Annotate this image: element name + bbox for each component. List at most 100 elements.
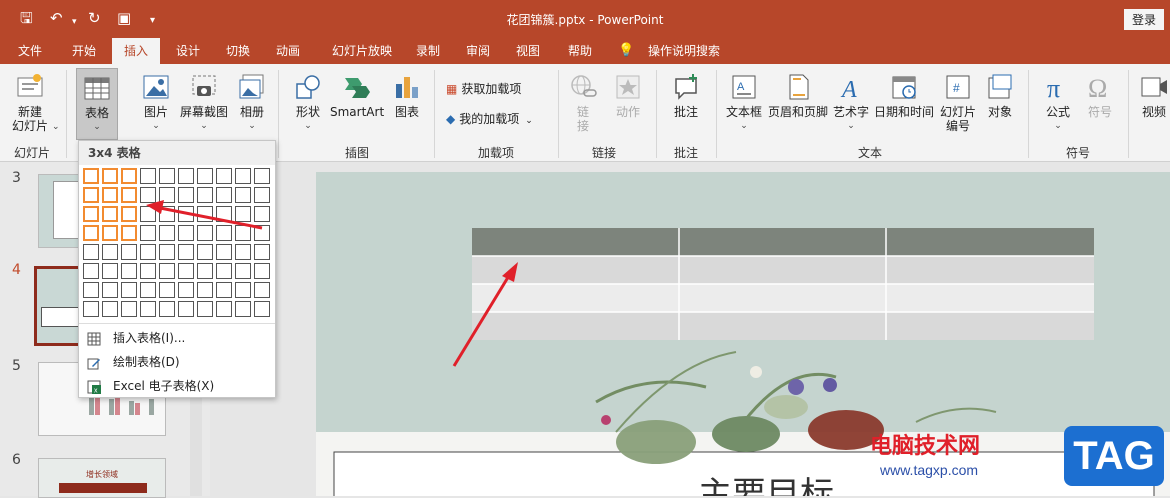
header-footer-button[interactable]: 页眉和页脚 <box>766 72 830 119</box>
table-grid-cell[interactable] <box>159 263 175 279</box>
table-grid-cell[interactable] <box>197 225 213 241</box>
table-grid-cell[interactable] <box>121 301 137 317</box>
get-addins-button[interactable]: ▦ 获取加载项 <box>446 82 546 96</box>
table-grid-cell[interactable] <box>235 263 251 279</box>
table-grid-cell[interactable] <box>254 282 270 298</box>
video-button[interactable]: 视频 <box>1138 72 1170 119</box>
table-grid-cell[interactable] <box>216 206 232 222</box>
table-grid-cell[interactable] <box>121 263 137 279</box>
table-grid-cell[interactable] <box>159 206 175 222</box>
table-grid-cell[interactable] <box>235 168 251 184</box>
action-button[interactable]: 动作 <box>610 72 646 119</box>
my-addins-button[interactable]: ◆ 我的加载项 ⌄ <box>446 112 550 128</box>
table-grid-cell[interactable] <box>159 225 175 241</box>
table-grid-cell[interactable] <box>197 187 213 203</box>
wordart-button[interactable]: A 艺术字 ⌄ <box>832 72 870 133</box>
tab-review[interactable]: 审阅 <box>456 38 500 64</box>
table-grid-cell[interactable] <box>178 206 194 222</box>
table-grid-cell[interactable] <box>197 282 213 298</box>
table-grid-cell[interactable] <box>102 225 118 241</box>
table-grid-cell[interactable] <box>178 282 194 298</box>
login-button[interactable]: 登录 <box>1123 9 1164 30</box>
table-grid-cell[interactable] <box>178 187 194 203</box>
table-grid-cell[interactable] <box>140 244 156 260</box>
table-grid-cell[interactable] <box>140 301 156 317</box>
table-grid-cell[interactable] <box>235 206 251 222</box>
table-grid-cell[interactable] <box>254 244 270 260</box>
table-grid-cell[interactable] <box>197 168 213 184</box>
tab-animations[interactable]: 动画 <box>266 38 310 64</box>
table-grid-cell[interactable] <box>178 168 194 184</box>
tab-view[interactable]: 视图 <box>506 38 550 64</box>
table-grid-cell[interactable] <box>83 301 99 317</box>
tab-design[interactable]: 设计 <box>166 38 210 64</box>
tab-record[interactable]: 录制 <box>406 38 450 64</box>
table-grid-cell[interactable] <box>83 206 99 222</box>
table-button[interactable]: 表格 ⌄ <box>76 68 118 140</box>
tab-slideshow[interactable]: 幻灯片放映 <box>322 38 402 64</box>
textbox-button[interactable]: A 文本框 ⌄ <box>724 72 764 133</box>
table-grid-cell[interactable] <box>83 225 99 241</box>
table-grid-cell[interactable] <box>216 244 232 260</box>
table-grid-cell[interactable] <box>178 263 194 279</box>
table-grid-cell[interactable] <box>254 206 270 222</box>
table-grid-cell[interactable] <box>102 206 118 222</box>
table-grid-cell[interactable] <box>178 301 194 317</box>
new-slide-button[interactable]: 新建 幻灯片 <box>8 72 52 133</box>
tab-transitions[interactable]: 切换 <box>216 38 260 64</box>
table-grid-cell[interactable] <box>140 282 156 298</box>
table-grid-cell[interactable] <box>121 244 137 260</box>
table-grid-cell[interactable] <box>140 263 156 279</box>
tab-help[interactable]: 帮助 <box>558 38 602 64</box>
table-grid-cell[interactable] <box>83 187 99 203</box>
table-grid-cell[interactable] <box>254 263 270 279</box>
table-grid-cell[interactable] <box>254 187 270 203</box>
table-grid-cell[interactable] <box>83 244 99 260</box>
table-grid-cell[interactable] <box>254 225 270 241</box>
table-grid-cell[interactable] <box>216 282 232 298</box>
table-grid-cell[interactable] <box>235 187 251 203</box>
screenshot-button[interactable]: 屏幕截图 ⌄ <box>178 72 230 133</box>
table-grid-cell[interactable] <box>102 301 118 317</box>
shapes-button[interactable]: 形状 ⌄ <box>290 72 326 133</box>
table-grid-cell[interactable] <box>159 244 175 260</box>
album-button[interactable]: 相册 ⌄ <box>234 72 270 133</box>
table-grid-cell[interactable] <box>159 282 175 298</box>
smartart-button[interactable]: SmartArt <box>330 72 384 119</box>
table-grid-cell[interactable] <box>216 225 232 241</box>
excel-table-menu-item[interactable]: x Excel 电子表格(X) <box>87 377 214 394</box>
table-grid-cell[interactable] <box>121 187 137 203</box>
slide-number-button[interactable]: # 幻灯片 编号 <box>938 72 978 133</box>
table-grid-cell[interactable] <box>197 301 213 317</box>
table-grid-cell[interactable] <box>178 244 194 260</box>
table-grid-cell[interactable] <box>140 168 156 184</box>
table-grid-cell[interactable] <box>159 168 175 184</box>
table-grid-cell[interactable] <box>216 187 232 203</box>
table-grid-cell[interactable] <box>197 244 213 260</box>
table-grid-cell[interactable] <box>102 187 118 203</box>
chart-button[interactable]: 图表 <box>390 72 424 119</box>
table-grid-cell[interactable] <box>140 225 156 241</box>
table-grid-cell[interactable] <box>216 168 232 184</box>
table-grid-cell[interactable] <box>178 225 194 241</box>
image-button[interactable]: 图片 ⌄ <box>138 72 174 133</box>
draw-table-menu-item[interactable]: 绘制表格(D) <box>87 353 180 370</box>
tab-home[interactable]: 开始 <box>62 38 106 64</box>
table-grid-cell[interactable] <box>102 263 118 279</box>
table-grid-cell[interactable] <box>216 263 232 279</box>
table-grid-cell[interactable] <box>159 301 175 317</box>
comment-button[interactable]: 批注 <box>666 72 706 119</box>
table-grid-cell[interactable] <box>121 225 137 241</box>
table-grid-cell[interactable] <box>83 282 99 298</box>
object-button[interactable]: 对象 <box>982 72 1018 119</box>
table-grid-cell[interactable] <box>235 225 251 241</box>
table-grid-cell[interactable] <box>102 168 118 184</box>
table-grid-cell[interactable] <box>235 244 251 260</box>
slide-thumbnail-6[interactable]: 增长领域 <box>38 458 166 498</box>
link-button[interactable]: 链 接 <box>568 72 598 133</box>
table-grid-cell[interactable] <box>140 206 156 222</box>
table-grid-cell[interactable] <box>121 168 137 184</box>
tab-insert[interactable]: 插入 <box>112 38 160 64</box>
datetime-button[interactable]: 日期和时间 <box>872 72 936 119</box>
tell-me-search[interactable]: 操作说明搜索 <box>644 38 724 64</box>
